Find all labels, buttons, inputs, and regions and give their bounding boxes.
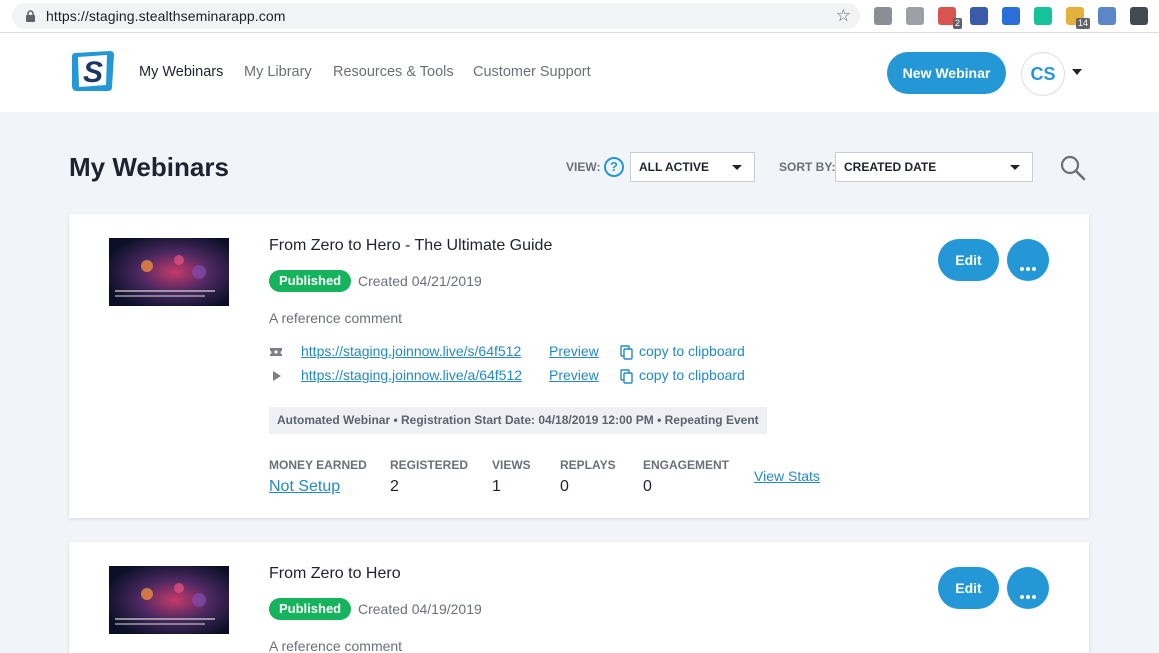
stat-label: ENGAGEMENT xyxy=(643,458,730,472)
webinar-comment: A reference comment xyxy=(269,310,403,326)
stat-value: 1 xyxy=(492,478,501,495)
view-select[interactable]: ALL ACTIVE xyxy=(630,152,755,182)
svg-text:S: S xyxy=(83,56,103,89)
stat-label: REPLAYS xyxy=(560,458,616,472)
nav-my-webinars[interactable]: My Webinars xyxy=(139,64,223,80)
avatar[interactable]: CS xyxy=(1021,52,1065,96)
ellipsis-icon xyxy=(1020,586,1038,604)
webinar-card: From Zero to Hero - The Ultimate Guide P… xyxy=(69,214,1089,518)
created-date: Created 04/19/2019 xyxy=(358,601,482,617)
circle-extension-icon[interactable] xyxy=(1002,7,1020,25)
stat-money-earned: MONEY EARNED Not Setup xyxy=(269,458,367,496)
folder-extension-icon[interactable]: 14 xyxy=(1066,7,1090,29)
app-header: S My Webinars My Library Resources & Too… xyxy=(0,33,1159,112)
devtools-extension-icon[interactable] xyxy=(874,7,892,25)
play-icon xyxy=(273,371,281,381)
ticket-icon xyxy=(270,348,282,356)
registration-link-row: https://staging.joinnow.live/s/64f512 Pr… xyxy=(269,342,869,362)
attendee-preview-link[interactable]: Preview xyxy=(549,367,599,383)
page-title: My Webinars xyxy=(69,152,229,182)
stat-value: 0 xyxy=(643,478,652,495)
stat-label: REGISTERED xyxy=(390,458,469,472)
webinar-info-strip: Automated Webinar • Registration Start D… xyxy=(269,407,767,434)
attendee-url-link[interactable]: https://staging.joinnow.live/a/64f512 xyxy=(301,367,522,383)
webinar-title[interactable]: From Zero to Hero - The Ultimate Guide xyxy=(269,237,552,255)
extension-badge: 14 xyxy=(1075,18,1090,29)
more-options-button[interactable] xyxy=(1007,567,1049,609)
help-icon[interactable]: ? xyxy=(604,157,624,177)
lock-icon xyxy=(26,10,35,22)
chevron-down-icon xyxy=(1010,165,1020,170)
copy-icon[interactable] xyxy=(620,369,634,384)
info-extension-icon[interactable] xyxy=(1098,7,1116,25)
grammarly-extension-icon[interactable] xyxy=(1034,7,1052,25)
stealth-seminar-logo-icon[interactable]: S xyxy=(69,49,116,93)
attendee-copy-link[interactable]: copy to clipboard xyxy=(639,367,745,383)
chevron-down-icon[interactable] xyxy=(1072,69,1082,75)
status-badge: Published xyxy=(269,598,352,620)
ellipsis-icon xyxy=(1020,258,1038,276)
stat-views: VIEWS 1 xyxy=(492,458,531,496)
view-select-value: ALL ACTIVE xyxy=(639,160,710,174)
registration-preview-link[interactable]: Preview xyxy=(549,343,599,359)
url-text: https://staging.stealthseminarapp.com xyxy=(46,8,286,24)
edit-button[interactable]: Edit xyxy=(938,239,999,281)
ghost-extension-icon[interactable] xyxy=(906,7,924,25)
bookmark-star-icon[interactable]: ☆ xyxy=(836,6,851,26)
status-badge: Published xyxy=(269,270,352,292)
more-options-button[interactable] xyxy=(1007,239,1049,281)
stat-value: 0 xyxy=(560,478,569,495)
registration-copy-link[interactable]: copy to clipboard xyxy=(639,343,745,359)
stat-engagement: ENGAGEMENT 0 xyxy=(643,458,729,496)
attendee-link-row: https://staging.joinnow.live/a/64f512 Pr… xyxy=(269,366,869,386)
webinar-thumbnail[interactable] xyxy=(109,238,229,306)
copy-icon[interactable] xyxy=(620,345,634,360)
sort-label: SORT BY: xyxy=(779,160,836,174)
sort-select-value: CREATED DATE xyxy=(844,160,937,174)
created-date: Created 04/21/2019 xyxy=(358,273,482,289)
nav-resources-tools[interactable]: Resources & Tools xyxy=(333,64,454,80)
registration-url-link[interactable]: https://staging.joinnow.live/s/64f512 xyxy=(301,343,521,359)
stat-registered: REGISTERED 2 xyxy=(390,458,468,496)
extension-badge: 2 xyxy=(952,18,962,29)
stat-label: MONEY EARNED xyxy=(269,458,367,472)
notepad-extension-icon[interactable] xyxy=(970,7,988,25)
view-stats-link[interactable]: View Stats xyxy=(754,468,820,484)
money-not-setup-link[interactable]: Not Setup xyxy=(269,478,367,496)
webinar-comment: A reference comment xyxy=(269,638,403,653)
browser-toolbar: https://staging.stealthseminarapp.com ☆ … xyxy=(0,0,1159,33)
webinar-title[interactable]: From Zero to Hero xyxy=(269,565,401,583)
new-webinar-button[interactable]: New Webinar xyxy=(887,52,1006,94)
dropper-extension-icon[interactable] xyxy=(1130,7,1148,25)
nav-my-library[interactable]: My Library xyxy=(244,64,312,80)
chevron-down-icon xyxy=(732,165,742,170)
webinar-card: From Zero to Hero Published Created 04/1… xyxy=(69,542,1089,653)
stat-replays: REPLAYS 0 xyxy=(560,458,616,496)
webinar-thumbnail[interactable] xyxy=(109,566,229,634)
edit-button[interactable]: Edit xyxy=(938,567,999,609)
search-icon[interactable] xyxy=(1060,155,1086,181)
sort-select[interactable]: CREATED DATE xyxy=(835,152,1033,182)
stat-label: VIEWS xyxy=(492,458,531,472)
view-label: VIEW: xyxy=(566,160,601,174)
nav-customer-support[interactable]: Customer Support xyxy=(473,64,591,80)
stat-value: 2 xyxy=(390,478,399,495)
address-bar[interactable]: https://staging.stealthseminarapp.com ☆ xyxy=(12,3,860,29)
mail-extension-icon[interactable]: 2 xyxy=(938,7,962,29)
